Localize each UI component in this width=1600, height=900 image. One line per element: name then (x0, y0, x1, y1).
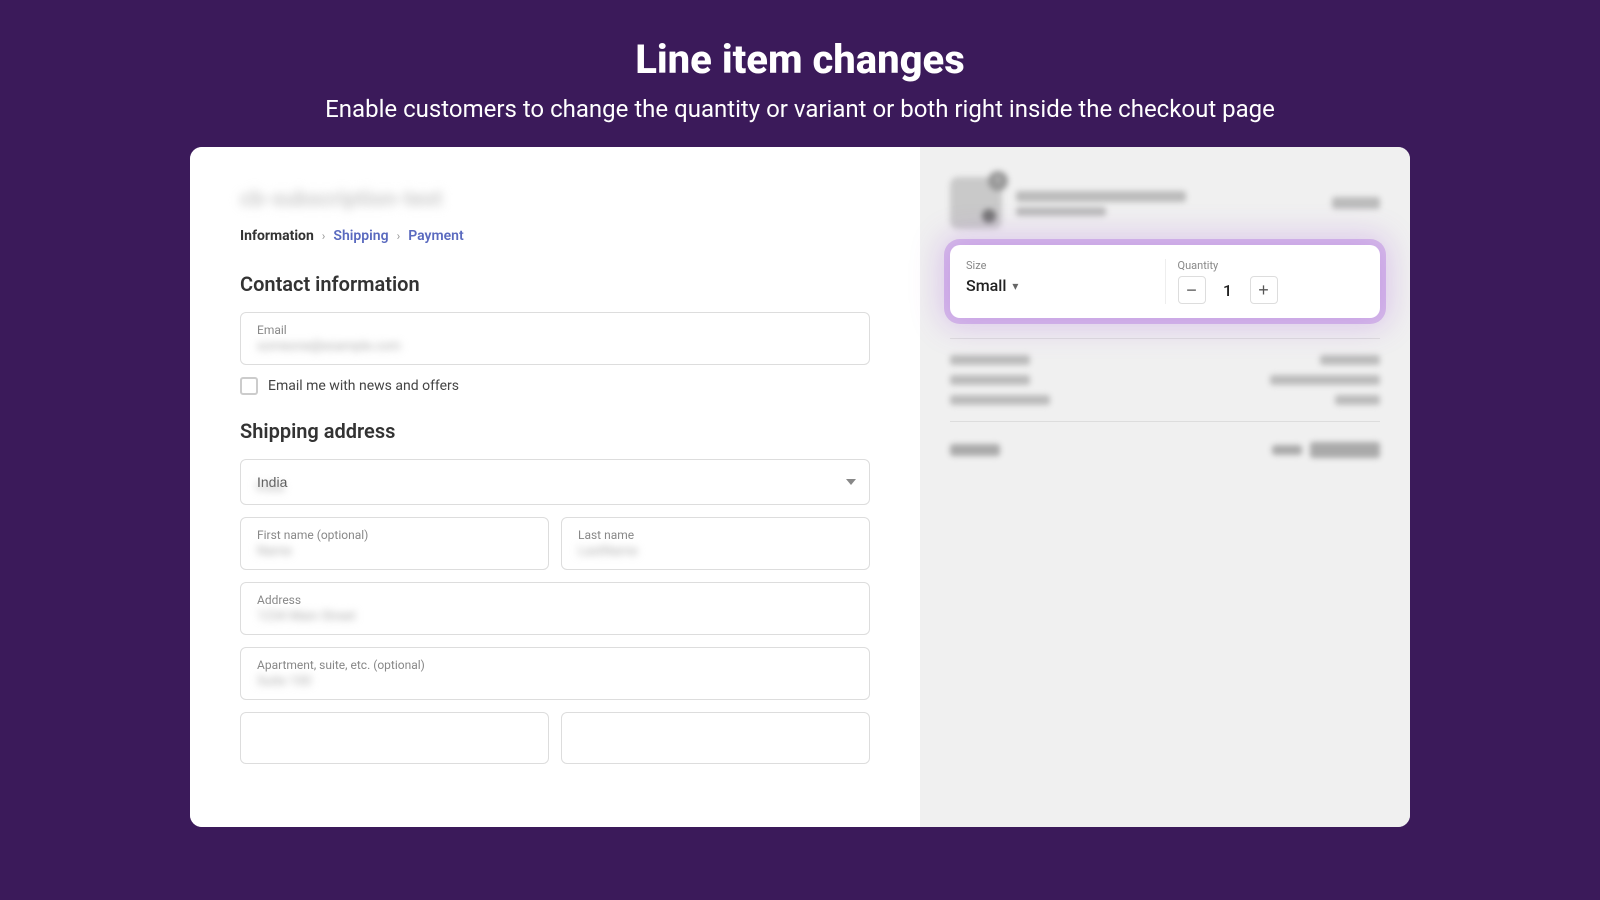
last-name-value: LastName (578, 544, 853, 559)
email-field-group: Email someone@example.com (240, 312, 870, 365)
last-name-label: Last name (578, 528, 853, 542)
tax-label (950, 395, 1050, 405)
quantity-value: 1 (1218, 281, 1238, 300)
quantity-row: − 1 + (1178, 276, 1365, 304)
total-value-group (1272, 442, 1380, 458)
size-select-row[interactable]: Small ▾ (966, 276, 1153, 295)
address-group: Address 1234 Main Street (240, 582, 870, 635)
address-value: 1234 Main Street (257, 609, 853, 624)
checkout-panel: cb-subscription-test Information › Shipp… (190, 147, 1410, 827)
summary-shipping-row (950, 375, 1380, 385)
summary-tax-row (950, 395, 1380, 405)
breadcrumb: Information › Shipping › Payment (240, 228, 870, 244)
shipping-label (950, 375, 1030, 385)
size-label: Size (966, 259, 1153, 272)
page-subtitle: Enable customers to change the quantity … (40, 95, 1560, 123)
product-badge: 1 (988, 171, 1008, 191)
checkout-left-panel: cb-subscription-test Information › Shipp… (190, 147, 920, 827)
quantity-minus-button[interactable]: − (1178, 276, 1206, 304)
size-control: Size Small ▾ (966, 259, 1153, 304)
apt-value: Suite 100 (257, 674, 853, 689)
newsletter-label: Email me with news and offers (268, 378, 459, 394)
shipping-value (1270, 375, 1380, 385)
product-name-blur (1016, 191, 1186, 202)
apt-group: Apartment, suite, etc. (optional) Suite … (240, 647, 870, 700)
size-value: Small (966, 276, 1006, 295)
country-select[interactable]: Country/Region India (240, 459, 870, 505)
subtotal-value (1320, 355, 1380, 365)
breadcrumb-sep-1: › (322, 229, 326, 243)
breadcrumb-sep-2: › (397, 229, 401, 243)
product-price-blur (1332, 197, 1380, 209)
breadcrumb-shipping[interactable]: Shipping (333, 228, 388, 244)
controls-divider (1165, 259, 1166, 304)
product-info (1016, 191, 1318, 216)
page-title: Line item changes (40, 36, 1560, 83)
city-group (240, 712, 549, 764)
quantity-plus-button[interactable]: + (1250, 276, 1278, 304)
first-name-label: First name (optional) (257, 528, 532, 542)
shipping-section-title: Shipping address (240, 419, 870, 443)
quantity-label: Quantity (1178, 259, 1365, 272)
first-name-group: First name (optional) Name (240, 517, 549, 570)
total-value (1310, 442, 1380, 458)
size-chevron-icon: ▾ (1012, 279, 1018, 293)
checkout-right-panel: 1 Size Small ▾ Quantity − (920, 147, 1410, 827)
total-label (950, 444, 1000, 456)
summary-divider (950, 338, 1380, 339)
breadcrumb-payment[interactable]: Payment (408, 228, 464, 244)
breadcrumb-information[interactable]: Information (240, 228, 314, 244)
newsletter-checkbox-row: Email me with news and offers (240, 377, 870, 395)
summary-subtotal-row (950, 355, 1380, 365)
address-label: Address (257, 593, 853, 607)
state-group (561, 712, 870, 764)
country-field-group: Country/Region India India (240, 459, 870, 505)
product-row: 1 (950, 177, 1380, 229)
store-name: cb-subscription-test (240, 187, 870, 212)
country-value: India (256, 480, 284, 495)
email-label: Email (257, 323, 853, 337)
first-name-value: Name (257, 544, 532, 559)
product-heart-icon (982, 209, 996, 223)
email-value: someone@example.com (257, 339, 853, 354)
product-sub-blur (1016, 207, 1106, 216)
subtotal-label (950, 355, 1030, 365)
last-name-group: Last name LastName (561, 517, 870, 570)
name-row: First name (optional) Name Last name Las… (240, 517, 870, 582)
newsletter-checkbox[interactable] (240, 377, 258, 395)
contact-section-title: Contact information (240, 272, 870, 296)
quantity-control: Quantity − 1 + (1178, 259, 1365, 304)
tax-value (1335, 395, 1380, 405)
total-row (950, 442, 1380, 458)
total-divider (950, 421, 1380, 422)
apt-label: Apartment, suite, etc. (optional) (257, 658, 853, 672)
variant-quantity-controls: Size Small ▾ Quantity − 1 + (950, 245, 1380, 318)
total-currency (1272, 445, 1302, 455)
city-state-row (240, 712, 870, 776)
page-header: Line item changes Enable customers to ch… (0, 0, 1600, 143)
